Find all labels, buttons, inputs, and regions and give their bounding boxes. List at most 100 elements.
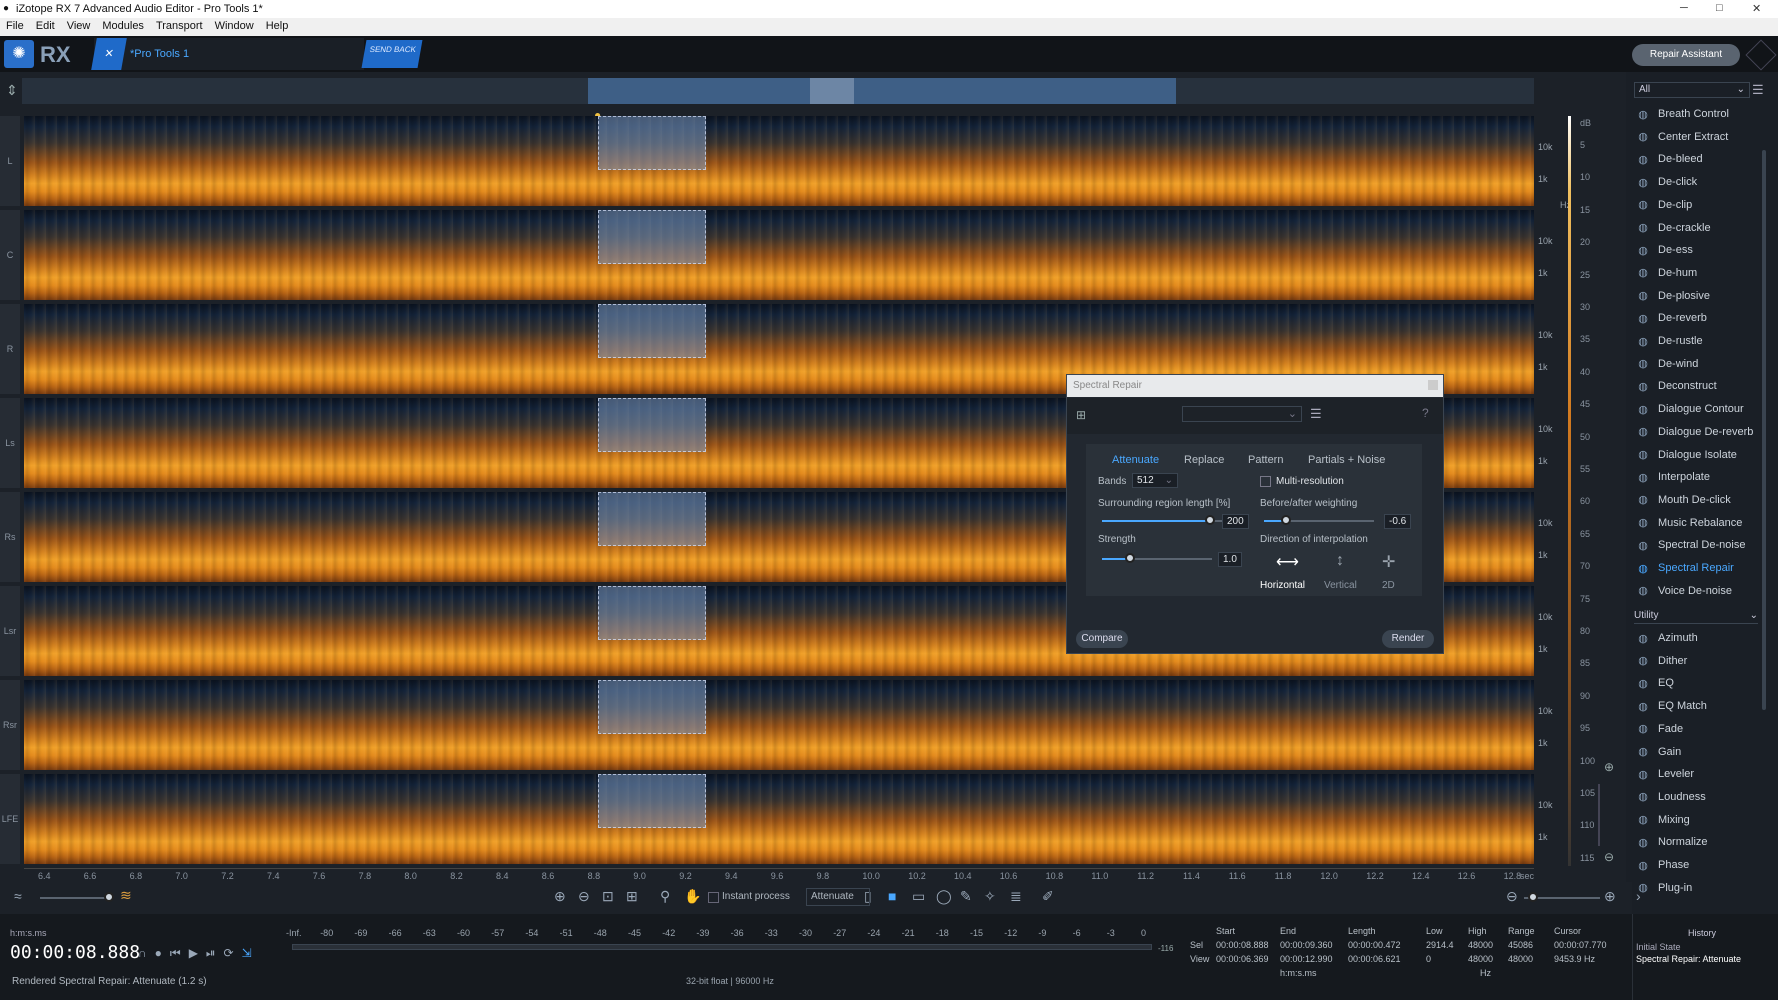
freq-selection-icon[interactable]: ▭ (912, 888, 925, 905)
zoom-fit-icon[interactable]: ⊞ (626, 888, 638, 905)
channel-label-lfe[interactable]: LFE (0, 774, 20, 864)
channel-spectrogram[interactable] (24, 774, 1534, 864)
add-to-chain-icon[interactable]: ⊞ (1076, 408, 1086, 422)
module-eq-match[interactable]: ◍ EQ Match (1634, 696, 1774, 716)
freq-zoom-slider[interactable] (1598, 784, 1600, 846)
magic-wand-icon[interactable]: ✧ (984, 888, 996, 905)
help-icon[interactable]: ? (1422, 406, 1429, 420)
module-gain[interactable]: ◍ Gain (1634, 742, 1774, 762)
module-voice-de-noise[interactable]: ◍ Voice De-noise (1634, 581, 1774, 601)
render-button[interactable]: Render (1382, 630, 1434, 648)
module-de-clip[interactable]: ◍ De-clip (1634, 195, 1774, 215)
tab-attenuate[interactable]: Attenuate (1112, 454, 1159, 466)
surrounding-value[interactable]: 200 (1222, 514, 1249, 529)
zoom-out-freq-icon[interactable]: ⊖ (1604, 850, 1614, 864)
pencil-icon[interactable]: ✐ (1042, 888, 1054, 905)
zoom-selection-icon[interactable]: ⊡ (602, 888, 614, 905)
tab-replace[interactable]: Replace (1184, 454, 1224, 466)
close-file-icon[interactable]: ✕ (91, 38, 127, 70)
close-icon[interactable]: ✕ (1752, 2, 1761, 15)
module-dialogue-de-reverb[interactable]: ◍ Dialogue De-reverb (1634, 422, 1774, 442)
module-mixing[interactable]: ◍ Mixing (1634, 810, 1774, 830)
collapse-icon[interactable]: ⇕ (6, 82, 18, 99)
module-leveler[interactable]: ◍ Leveler (1634, 764, 1774, 784)
instant-playback-icon[interactable]: ⇲ (242, 946, 252, 961)
module-de-wind[interactable]: ◍ De-wind (1634, 354, 1774, 374)
zoom-out-time-icon[interactable]: ⊖ (1506, 888, 1518, 905)
spectral-selection[interactable] (598, 116, 706, 170)
module-interpolate[interactable]: ◍ Interpolate (1634, 467, 1774, 487)
module-loudness[interactable]: ◍ Loudness (1634, 787, 1774, 807)
menu-edit[interactable]: Edit (30, 18, 61, 36)
lasso-icon[interactable]: ◯ (936, 888, 952, 905)
go-to-start-icon[interactable]: ⏮ (170, 946, 181, 961)
expand-sidebar-icon[interactable]: › (1636, 888, 1641, 904)
file-tab[interactable]: ✕ *Pro Tools 1 (91, 38, 364, 70)
harmonic-selection-icon[interactable]: ≣ (1010, 888, 1022, 905)
opacity-slider-knob[interactable] (104, 892, 114, 902)
tab-pattern[interactable]: Pattern (1248, 454, 1283, 466)
module-mouth-de-click[interactable]: ◍ Mouth De-click (1634, 490, 1774, 510)
history-item[interactable]: Spectral Repair: Attenuate (1636, 954, 1741, 964)
history-item[interactable]: Initial State (1636, 942, 1681, 952)
vertical-arrow-icon[interactable]: ↕ (1336, 552, 1344, 570)
strength-slider[interactable] (1102, 558, 1212, 560)
channel-label-r[interactable]: R (0, 304, 20, 394)
module-spectral-repair[interactable]: ◍ Spectral Repair (1634, 558, 1774, 578)
module-dither[interactable]: ◍ Dither (1634, 651, 1774, 671)
module-de-plosive[interactable]: ◍ De-plosive (1634, 286, 1774, 306)
2d-arrows-icon[interactable]: ✛ (1382, 552, 1395, 572)
module-de-hum[interactable]: ◍ De-hum (1634, 263, 1774, 283)
zoom-in-icon[interactable]: ⊕ (554, 888, 566, 905)
channel-label-rs[interactable]: Rs (0, 492, 20, 582)
channel-label-c[interactable]: C (0, 210, 20, 300)
weighting-knob[interactable] (1281, 515, 1291, 525)
surrounding-slider[interactable] (1102, 520, 1222, 522)
module-de-crackle[interactable]: ◍ De-crackle (1634, 218, 1774, 238)
menu-transport[interactable]: Transport (150, 18, 209, 36)
module-dialogue-isolate[interactable]: ◍ Dialogue Isolate (1634, 445, 1774, 465)
overview-view-range[interactable] (588, 78, 1176, 104)
brush-icon[interactable]: ✎ (960, 888, 972, 905)
dialog-close-icon[interactable] (1428, 380, 1438, 390)
module-eq[interactable]: ◍ EQ (1634, 673, 1774, 693)
module-plug-in[interactable]: ◍ Plug-in (1634, 878, 1774, 898)
surrounding-knob[interactable] (1205, 515, 1215, 525)
module-de-ess[interactable]: ◍ De-ess (1634, 240, 1774, 260)
module-de-click[interactable]: ◍ De-click (1634, 172, 1774, 192)
utility-header[interactable]: Utility ⌄ (1634, 608, 1758, 624)
zoom-in-freq-icon[interactable]: ⊕ (1604, 760, 1614, 774)
module-filter-select[interactable]: All ⌄ (1634, 82, 1750, 98)
loop-icon[interactable]: ⟳ (224, 946, 234, 961)
menu-window[interactable]: Window (209, 18, 260, 36)
menu-view[interactable]: View (61, 18, 97, 36)
module-de-bleed[interactable]: ◍ De-bleed (1634, 149, 1774, 169)
tab-partials-noise[interactable]: Partials + Noise (1308, 454, 1385, 466)
module-center-extract[interactable]: ◍ Center Extract (1634, 127, 1774, 147)
module-spectral-de-noise[interactable]: ◍ Spectral De-noise (1634, 535, 1774, 555)
spectral-selection[interactable] (598, 398, 706, 452)
channel-spectrogram[interactable] (24, 116, 1534, 206)
strength-value[interactable]: 1.0 (1218, 552, 1242, 567)
waveform-icon[interactable]: ≈ (14, 888, 22, 904)
channel-label-rsr[interactable]: Rsr (0, 680, 20, 770)
spectral-selection[interactable] (598, 210, 706, 264)
module-de-rustle[interactable]: ◍ De-rustle (1634, 331, 1774, 351)
menu-modules[interactable]: Modules (96, 18, 150, 36)
module-music-rebalance[interactable]: ◍ Music Rebalance (1634, 513, 1774, 533)
module-list-menu-icon[interactable]: ☰ (1752, 82, 1764, 98)
module-normalize[interactable]: ◍ Normalize (1634, 832, 1774, 852)
channel-spectrogram[interactable] (24, 210, 1534, 300)
maximize-icon[interactable]: □ (1716, 2, 1723, 14)
bands-select[interactable]: 512 ⌄ (1132, 473, 1178, 488)
weighting-value[interactable]: -0.6 (1384, 514, 1412, 529)
play-icon[interactable]: ▶ (189, 946, 198, 961)
spectral-selection[interactable] (598, 304, 706, 358)
channel-label-lsr[interactable]: Lsr (0, 586, 20, 676)
module-azimuth[interactable]: ◍ Azimuth (1634, 628, 1774, 648)
headphones-icon[interactable]: ∩ (138, 946, 147, 961)
minimize-icon[interactable]: ─ (1680, 2, 1688, 14)
zoom-tool-icon[interactable]: ⚲ (660, 888, 670, 905)
menu-file[interactable]: File (0, 18, 30, 36)
preset-select[interactable]: ⌄ (1182, 406, 1302, 422)
